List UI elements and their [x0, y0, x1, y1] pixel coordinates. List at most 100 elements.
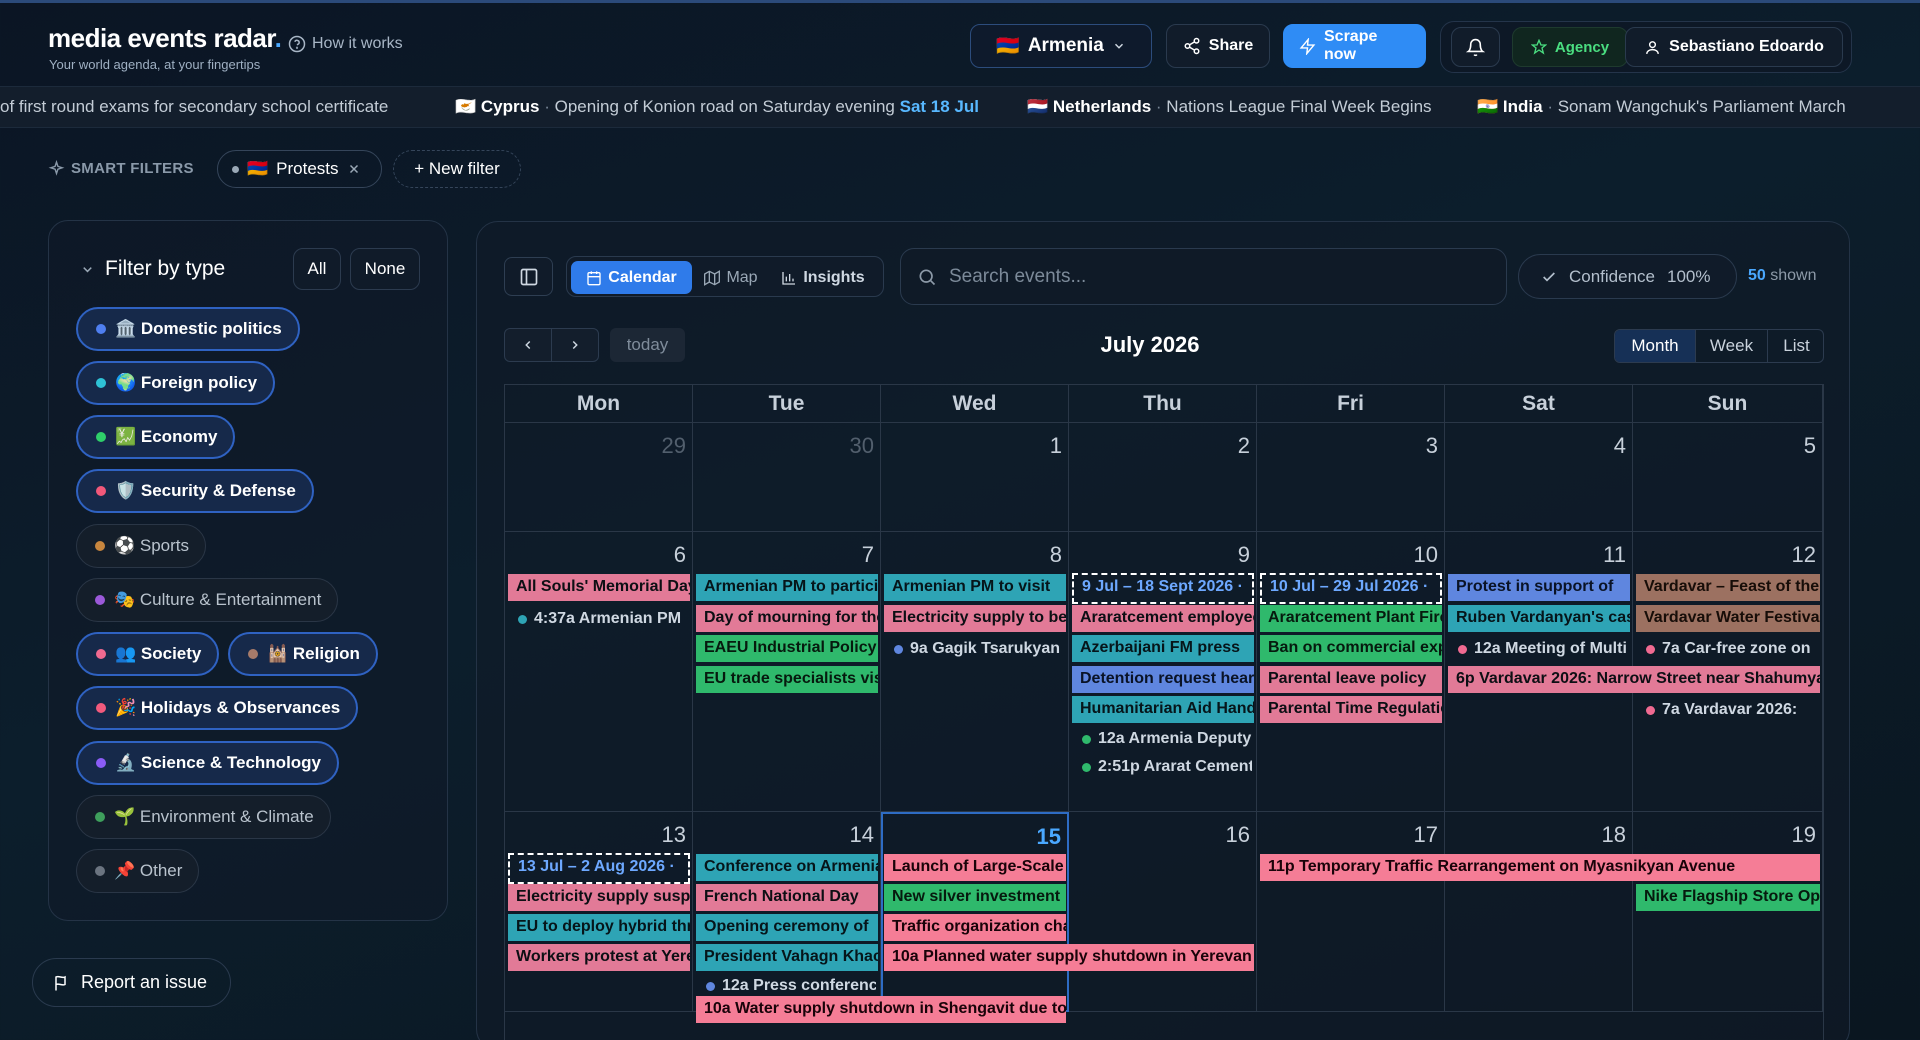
day-cell[interactable]: 15 — [881, 812, 1069, 1012]
calendar-event[interactable]: Protest in support of — [1448, 574, 1630, 601]
scrape-now-button[interactable]: Scrape now — [1283, 24, 1426, 68]
calendar-event[interactable]: EU trade specialists visit — [696, 666, 878, 693]
calendar-event[interactable]: 9 Jul – 18 Sept 2026 · — [1072, 573, 1254, 604]
calendar-event[interactable]: 7a Vardavar 2026: — [1646, 699, 1818, 721]
calendar-event[interactable]: Ruben Vardanyan's case — [1448, 605, 1630, 632]
day-number[interactable]: 1 — [1050, 433, 1062, 459]
ticker-item[interactable]: 🇮🇳 India · Sonam Wangchuk's Parliament M… — [1477, 97, 1846, 117]
calendar-event[interactable]: 2:51p Ararat Cement — [1082, 756, 1252, 778]
how-it-works-link[interactable]: How it works — [288, 35, 403, 53]
calendar-event[interactable]: 10 Jul – 29 Jul 2026 · — [1260, 573, 1442, 604]
logo[interactable]: media events radar. — [48, 23, 282, 54]
calendar-event[interactable]: 11p Temporary Traffic Rearrangement on M… — [1260, 854, 1820, 881]
tab-month[interactable]: Month — [1615, 330, 1695, 362]
day-number[interactable]: 7 — [862, 542, 874, 568]
day-cell[interactable]: 5 — [1633, 423, 1823, 532]
sidebar-toggle-button[interactable] — [504, 257, 553, 296]
day-number[interactable]: 29 — [662, 433, 686, 459]
type-filter-5[interactable]: 🎭 Culture & Entertainment — [76, 578, 339, 622]
calendar-event[interactable]: EU to deploy hybrid threat — [508, 914, 690, 941]
calendar-event[interactable]: 12a Meeting of Multi — [1458, 638, 1628, 660]
calendar-event[interactable]: 7a Car-free zone on — [1646, 638, 1818, 660]
ticker-item[interactable]: 🇨🇾 Cyprus · Opening of Konion road on Sa… — [455, 97, 979, 117]
calendar-event[interactable]: Conference on Armenia — [696, 854, 878, 881]
type-filter-4[interactable]: ⚽ Sports — [76, 524, 207, 568]
type-filter-2[interactable]: 💹 Economy — [76, 415, 236, 459]
day-cell[interactable]: 13 — [505, 812, 693, 1012]
search-input[interactable]: Search events... — [900, 248, 1507, 305]
type-filter-10[interactable]: 🌱 Environment & Climate — [76, 795, 331, 839]
today-button[interactable]: today — [610, 328, 685, 362]
calendar-event[interactable]: 10a Planned water supply shutdown in Yer… — [884, 944, 1254, 971]
type-filter-7[interactable]: 🕍 Religion — [228, 632, 378, 676]
calendar-event[interactable]: 10a Water supply shutdown in Shengavit d… — [696, 996, 1066, 1023]
calendar-event[interactable]: Electricity supply to be — [884, 605, 1066, 632]
confidence-filter[interactable]: Confidence 100% — [1518, 254, 1737, 299]
day-number[interactable]: 6 — [674, 542, 686, 568]
tab-calendar[interactable]: Calendar — [571, 261, 692, 294]
type-filter-9[interactable]: 🔬 Science & Technology — [76, 741, 340, 785]
calendar-event[interactable]: 9a Gagik Tsarukyan — [894, 638, 1064, 660]
calendar-event[interactable]: Vardavar Water Festival — [1636, 605, 1820, 632]
calendar-event[interactable]: Vardavar – Feast of the — [1636, 574, 1820, 601]
calendar-event[interactable]: Parental Time Regulation — [1260, 696, 1442, 723]
calendar-event[interactable]: Opening ceremony of — [696, 914, 878, 941]
day-number[interactable]: 3 — [1426, 433, 1438, 459]
calendar-event[interactable]: Nike Flagship Store Opening — [1636, 884, 1820, 911]
day-cell[interactable]: 29 — [505, 423, 693, 532]
calendar-event[interactable]: Day of mourning for the — [696, 605, 878, 632]
day-cell[interactable]: 18 — [1445, 812, 1633, 1012]
calendar-event[interactable]: 6p Vardavar 2026: Narrow Street near Sha… — [1448, 666, 1820, 693]
tab-map[interactable]: Map — [700, 261, 762, 294]
day-cell[interactable]: 1 — [881, 423, 1069, 532]
calendar-event[interactable]: Armenian PM to visit — [884, 574, 1066, 601]
notifications-button[interactable] — [1451, 27, 1500, 67]
select-none-button[interactable]: None — [350, 248, 420, 290]
calendar-event[interactable]: French National Day — [696, 884, 878, 911]
calendar-event[interactable]: Ban on commercial exports — [1260, 635, 1442, 662]
type-filter-6[interactable]: 👥 Society — [76, 632, 220, 676]
tab-week[interactable]: Week — [1695, 330, 1767, 362]
calendar-event[interactable]: 12a Press conference — [706, 975, 876, 997]
filter-by-type-toggle[interactable]: Filter by type — [80, 257, 225, 281]
new-filter-button[interactable]: + New filter — [393, 150, 521, 188]
calendar-event[interactable]: Armenian PM to participate — [696, 574, 878, 601]
calendar-event[interactable]: President Vahagn Khachaturyan — [696, 944, 878, 971]
day-number[interactable]: 10 — [1414, 542, 1438, 568]
ticker-item[interactable]: of first round exams for secondary schoo… — [0, 97, 388, 117]
day-number[interactable]: 15 — [1037, 824, 1061, 850]
smart-filter-chip[interactable]: 🇦🇲 Protests — [217, 150, 382, 188]
calendar-event[interactable]: Detention request hearing — [1072, 666, 1254, 693]
day-number[interactable]: 14 — [850, 822, 874, 848]
share-button[interactable]: Share — [1166, 24, 1270, 68]
day-number[interactable]: 17 — [1414, 822, 1438, 848]
close-icon[interactable] — [347, 162, 361, 176]
day-cell[interactable]: 30 — [693, 423, 881, 532]
day-cell[interactable]: 16 — [1069, 812, 1257, 1012]
day-number[interactable]: 18 — [1602, 822, 1626, 848]
type-filter-8[interactable]: 🎉 Holidays & Observances — [76, 686, 359, 730]
day-number[interactable]: 19 — [1792, 822, 1816, 848]
calendar-event[interactable]: Electricity supply suspended — [508, 884, 690, 911]
select-all-button[interactable]: All — [293, 248, 341, 290]
day-cell[interactable]: 2 — [1069, 423, 1257, 532]
type-filter-1[interactable]: 🌍 Foreign policy — [76, 361, 276, 405]
calendar-event[interactable]: 12a Armenia Deputy — [1082, 728, 1252, 750]
day-number[interactable]: 30 — [850, 433, 874, 459]
calendar-event[interactable]: Workers protest at Yerevan — [508, 944, 690, 971]
day-number[interactable]: 12 — [1792, 542, 1816, 568]
day-number[interactable]: 13 — [662, 822, 686, 848]
calendar-event[interactable]: Humanitarian Aid Hand — [1072, 696, 1254, 723]
calendar-event[interactable]: Araratcement Plant Fire — [1260, 605, 1442, 632]
type-filter-0[interactable]: 🏛️ Domestic politics — [76, 307, 300, 351]
day-number[interactable]: 5 — [1804, 433, 1816, 459]
day-number[interactable]: 4 — [1614, 433, 1626, 459]
calendar-event[interactable]: EAEU Industrial Policy — [696, 635, 878, 662]
calendar-event[interactable]: 4:37a Armenian PM — [518, 608, 688, 630]
day-number[interactable]: 2 — [1238, 433, 1250, 459]
calendar-event[interactable]: 13 Jul – 2 Aug 2026 · — [508, 853, 690, 884]
calendar-event[interactable]: Traffic organization changes — [884, 914, 1066, 941]
day-number[interactable]: 11 — [1603, 542, 1626, 568]
calendar-event[interactable]: Launch of Large-Scale — [884, 854, 1066, 881]
calendar-event[interactable]: New silver investment — [884, 884, 1066, 911]
